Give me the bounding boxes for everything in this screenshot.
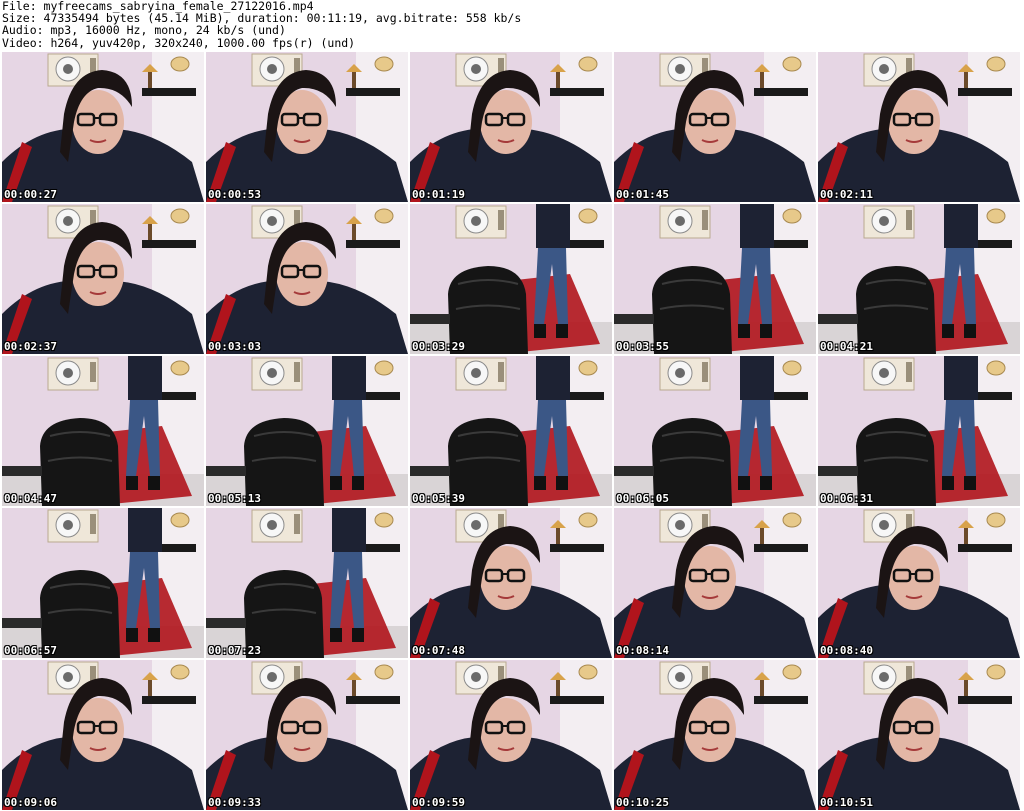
frame-image (614, 660, 816, 810)
video-frame-thumbnail: 00:01:19 (410, 52, 612, 202)
video-frame-thumbnail: 00:01:45 (614, 52, 816, 202)
frame-timestamp: 00:03:03 (208, 340, 261, 353)
frame-timestamp: 00:08:40 (820, 644, 873, 657)
video-frame-thumbnail: 00:04:47 (2, 356, 204, 506)
frame-image (410, 508, 612, 658)
video-frame-thumbnail: 00:09:33 (206, 660, 408, 810)
frame-timestamp: 00:06:57 (4, 644, 57, 657)
frame-timestamp: 00:10:51 (820, 796, 873, 809)
frame-image (410, 660, 612, 810)
video-frame-thumbnail: 00:09:06 (2, 660, 204, 810)
frame-timestamp: 00:02:37 (4, 340, 57, 353)
video-frame-thumbnail: 00:07:48 (410, 508, 612, 658)
frame-timestamp: 00:06:31 (820, 492, 873, 505)
frame-timestamp: 00:03:55 (616, 340, 669, 353)
frame-image (614, 204, 816, 354)
frame-image (614, 508, 816, 658)
video-frame-thumbnail: 00:10:51 (818, 660, 1020, 810)
frame-timestamp: 00:05:39 (412, 492, 465, 505)
frame-image (2, 660, 204, 810)
frame-image (2, 204, 204, 354)
video-frame-thumbnail: 00:07:23 (206, 508, 408, 658)
frame-image (410, 52, 612, 202)
video-frame-thumbnail: 00:00:27 (2, 52, 204, 202)
video-frame-thumbnail: 00:08:40 (818, 508, 1020, 658)
frame-timestamp: 00:10:25 (616, 796, 669, 809)
frame-timestamp: 00:06:05 (616, 492, 669, 505)
frame-image (410, 356, 612, 506)
frame-image (206, 508, 408, 658)
video-frame-thumbnail: 00:09:59 (410, 660, 612, 810)
frame-timestamp: 00:04:21 (820, 340, 873, 353)
video-frame-thumbnail: 00:06:57 (2, 508, 204, 658)
video-frame-thumbnail: 00:06:31 (818, 356, 1020, 506)
frame-image (818, 660, 1020, 810)
video-frame-thumbnail: 00:06:05 (614, 356, 816, 506)
frame-timestamp: 00:02:11 (820, 188, 873, 201)
frame-image (614, 52, 816, 202)
frame-timestamp: 00:09:59 (412, 796, 465, 809)
frame-timestamp: 00:03:29 (412, 340, 465, 353)
frame-image (2, 356, 204, 506)
file-info-header: File: myfreecams_sabryina_female_2712201… (2, 0, 521, 49)
frame-timestamp: 00:08:14 (616, 644, 669, 657)
frame-image (206, 660, 408, 810)
frame-image (818, 508, 1020, 658)
frame-image (818, 52, 1020, 202)
frame-image (614, 356, 816, 506)
frame-timestamp: 00:07:23 (208, 644, 261, 657)
thumbnail-grid: 00:00:27 00:00:53 00:01:19 00:01:45 00:0… (2, 52, 1020, 810)
video-frame-thumbnail: 00:03:29 (410, 204, 612, 354)
frame-image (2, 52, 204, 202)
frame-timestamp: 00:07:48 (412, 644, 465, 657)
video-frame-thumbnail: 00:03:03 (206, 204, 408, 354)
video-frame-thumbnail: 00:02:37 (2, 204, 204, 354)
frame-image (818, 204, 1020, 354)
frame-image (818, 356, 1020, 506)
video-frame-thumbnail: 00:02:11 (818, 52, 1020, 202)
video-frame-thumbnail: 00:08:14 (614, 508, 816, 658)
frame-timestamp: 00:09:06 (4, 796, 57, 809)
frame-timestamp: 00:01:45 (616, 188, 669, 201)
frame-image (410, 204, 612, 354)
frame-timestamp: 00:04:47 (4, 492, 57, 505)
frame-image (206, 52, 408, 202)
frame-timestamp: 00:05:13 (208, 492, 261, 505)
audio-info-line: Audio: mp3, 16000 Hz, mono, 24 kb/s (und… (2, 23, 286, 38)
video-frame-thumbnail: 00:10:25 (614, 660, 816, 810)
frame-image (206, 204, 408, 354)
frame-image (2, 508, 204, 658)
video-frame-thumbnail: 00:05:39 (410, 356, 612, 506)
video-frame-thumbnail: 00:00:53 (206, 52, 408, 202)
frame-timestamp: 00:09:33 (208, 796, 261, 809)
video-frame-thumbnail: 00:03:55 (614, 204, 816, 354)
video-frame-thumbnail: 00:05:13 (206, 356, 408, 506)
frame-image (206, 356, 408, 506)
frame-timestamp: 00:00:27 (4, 188, 57, 201)
frame-timestamp: 00:01:19 (412, 188, 465, 201)
video-info-line: Video: h264, yuv420p, 320x240, 1000.00 f… (2, 35, 356, 50)
frame-timestamp: 00:00:53 (208, 188, 261, 201)
video-frame-thumbnail: 00:04:21 (818, 204, 1020, 354)
